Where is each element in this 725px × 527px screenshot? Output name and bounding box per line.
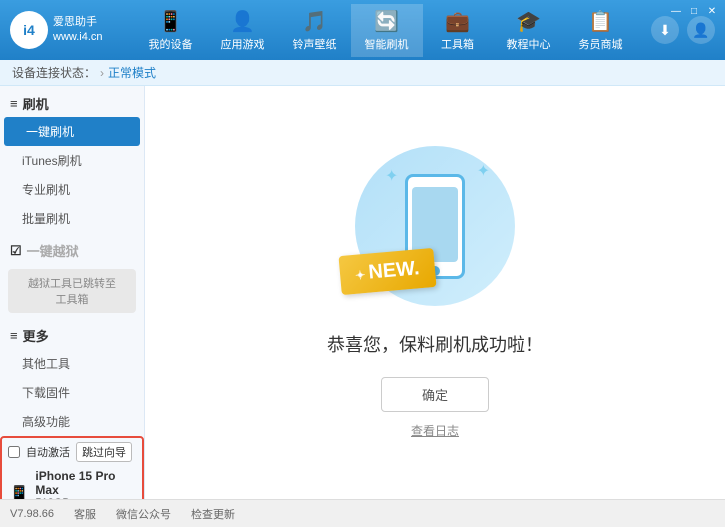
nav-service[interactable]: 📋 务员商城 [565, 4, 637, 57]
window-controls: — □ ✕ [669, 4, 719, 18]
skip-guide-button[interactable]: 跳过向导 [76, 442, 132, 462]
new-badge: NEW. [338, 248, 436, 295]
sidebar-item-batch-flash[interactable]: 批量刷机 [0, 204, 144, 233]
more-section-icon: ≡ [10, 328, 18, 343]
sidebar-section-jailbreak: ☑ 一键越狱 [0, 233, 144, 264]
nav-smart-flash-label: 智能刷机 [365, 36, 409, 52]
content-area: ✦ ✦ NEW. 恭喜您，保料刷机成功啦！ 确定 查看日志 [145, 86, 725, 499]
status-bar-version: V7.98.66 [10, 508, 54, 520]
maximize-button[interactable]: □ [687, 4, 701, 18]
nav-smart-flash[interactable]: 🔄 智能刷机 [351, 4, 423, 57]
nav-my-device-label: 我的设备 [149, 36, 193, 52]
status-bar: V7.98.66 客服 微信公众号 检查更新 [0, 499, 725, 527]
sparkle-top-left: ✦ [385, 166, 398, 186]
close-button[interactable]: ✕ [705, 4, 719, 18]
jailbreak-disabled-notice: 越狱工具已跳转至 工具箱 [8, 269, 136, 313]
device-name: iPhone 15 Pro Max [35, 469, 136, 497]
nav-toolbox[interactable]: 💼 工具箱 [423, 4, 493, 57]
breadcrumb: 设备连接状态： › 正常模式 [0, 60, 725, 86]
minimize-button[interactable]: — [669, 4, 683, 18]
sidebar-item-advanced[interactable]: 高级功能 [0, 407, 144, 436]
jailbreak-section-icon: ☑ [10, 243, 22, 259]
user-button[interactable]: 👤 [687, 16, 715, 44]
smart-flash-icon: 🔄 [374, 9, 399, 34]
ringtones-icon: 🎵 [302, 9, 327, 34]
device-info: 📱 iPhone 15 Pro Max 512GB iPhone [8, 466, 136, 499]
status-bar-wechat[interactable]: 微信公众号 [116, 506, 171, 522]
nav-tutorials-label: 教程中心 [507, 36, 551, 52]
new-badge-text: NEW. [367, 257, 420, 283]
apps-games-icon: 👤 [230, 9, 255, 34]
sidebar-item-download-firmware[interactable]: 下载固件 [0, 378, 144, 407]
service-icon: 📋 [588, 9, 613, 34]
sidebar-section-flash: ≡ 刷机 [0, 86, 144, 117]
main-nav: 📱 我的设备 👤 应用游戏 🎵 铃声壁纸 🔄 智能刷机 💼 工具箱 🎓 [120, 4, 651, 57]
logo-subtext: 爱思助手 www.i4.cn [53, 15, 103, 46]
success-illustration: ✦ ✦ NEW. [355, 146, 515, 311]
nav-service-label: 务员商城 [579, 36, 623, 52]
sidebar-item-itunes-flash[interactable]: iTunes刷机 [0, 146, 144, 175]
device-details: iPhone 15 Pro Max 512GB iPhone [35, 469, 136, 499]
device-area: 自动激活 跳过向导 📱 iPhone 15 Pro Max 512GB iPho… [0, 436, 144, 499]
nav-my-device[interactable]: 📱 我的设备 [135, 4, 207, 57]
sidebar-item-other-tools[interactable]: 其他工具 [0, 349, 144, 378]
logo: i4 爱思助手 www.i4.cn [10, 11, 120, 49]
nav-toolbox-label: 工具箱 [441, 36, 474, 52]
sidebar-section-more: ≡ 更多 [0, 318, 144, 349]
confirm-button[interactable]: 确定 [381, 377, 489, 412]
logo-circle: i4 [10, 11, 48, 49]
auto-activate-checkbox[interactable] [8, 446, 20, 458]
log-link[interactable]: 查看日志 [411, 422, 459, 439]
breadcrumb-label: 设备连接状态： [12, 64, 96, 81]
tutorials-icon: 🎓 [516, 9, 541, 34]
logo-text: i4 [23, 22, 35, 38]
nav-apps-games-label: 应用游戏 [221, 36, 265, 52]
my-device-icon: 📱 [158, 9, 183, 34]
flash-section-icon: ≡ [10, 96, 18, 111]
sidebar: ≡ 刷机 一键刷机 iTunes刷机 专业刷机 批量刷机 ☑ 一键越狱 越狱工具… [0, 86, 145, 499]
success-message: 恭喜您，保料刷机成功啦！ [327, 331, 543, 357]
download-button[interactable]: ⬇ [651, 16, 679, 44]
device-phone-icon: 📱 [8, 485, 30, 500]
status-bar-check-update[interactable]: 检查更新 [191, 506, 235, 522]
header-right: ⬇ 👤 [651, 16, 715, 44]
toolbox-icon: 💼 [445, 9, 470, 34]
breadcrumb-status: 正常模式 [108, 64, 156, 81]
phone-illustration: ✦ ✦ NEW. [355, 146, 515, 306]
auto-activate-label: 自动激活 [26, 444, 70, 460]
sidebar-item-pro-flash[interactable]: 专业刷机 [0, 175, 144, 204]
device-storage: 512GB [35, 497, 136, 499]
nav-ringtones[interactable]: 🎵 铃声壁纸 [279, 4, 351, 57]
checkbox-row: 自动激活 跳过向导 [8, 442, 136, 462]
status-bar-customer-service[interactable]: 客服 [74, 506, 96, 522]
nav-ringtones-label: 铃声壁纸 [293, 36, 337, 52]
sparkle-top-right: ✦ [477, 161, 490, 181]
sidebar-item-one-key-flash[interactable]: 一键刷机 [4, 117, 140, 146]
nav-tutorials[interactable]: 🎓 教程中心 [493, 4, 565, 57]
header: — □ ✕ i4 爱思助手 www.i4.cn 📱 我的设备 👤 应用游戏 🎵 … [0, 0, 725, 60]
main-layout: ≡ 刷机 一键刷机 iTunes刷机 专业刷机 批量刷机 ☑ 一键越狱 越狱工具… [0, 86, 725, 499]
nav-apps-games[interactable]: 👤 应用游戏 [207, 4, 279, 57]
